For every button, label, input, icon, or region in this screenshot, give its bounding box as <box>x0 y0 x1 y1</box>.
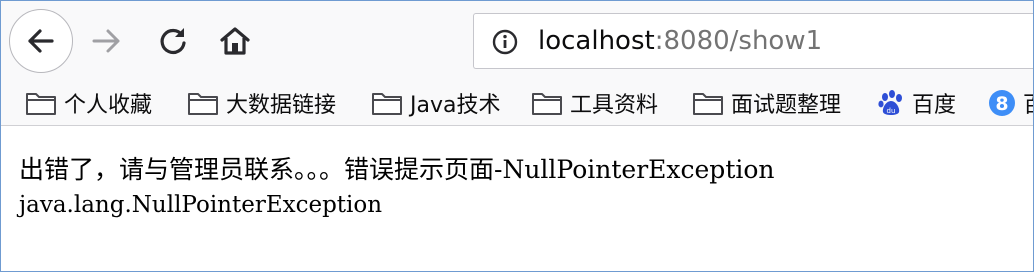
url-text[interactable]: localhost:8080/show1 <box>538 24 822 58</box>
page-content: 出错了，请与管理员联系。。。错误提示页面-NullPointerExceptio… <box>1 126 1033 271</box>
arrow-right-icon <box>92 29 120 53</box>
bookmark-label: 百 <box>1023 87 1033 119</box>
bookmark-label: Java技术 <box>410 93 501 118</box>
folder-icon <box>188 93 218 115</box>
bookmark-folder-personal[interactable]: 个人收藏 <box>25 89 153 118</box>
forward-button[interactable] <box>87 21 127 61</box>
svg-text:du: du <box>887 107 896 115</box>
reload-button[interactable] <box>153 21 193 61</box>
url-host: localhost <box>538 26 655 56</box>
error-message-title: 出错了，请与管理员联系。。。错误提示页面-NullPointerExceptio… <box>19 155 775 184</box>
home-icon <box>220 27 250 55</box>
home-button[interactable] <box>215 21 255 61</box>
url-port-path: :8080/show1 <box>654 26 823 56</box>
folder-icon <box>372 93 402 115</box>
bookmark-label: 工具资料 <box>570 93 659 118</box>
address-bar[interactable]: localhost:8080/show1 <box>473 13 1033 69</box>
browser-window: localhost:8080/show1 个人收藏 大数据链接 Java技术 工… <box>0 0 1034 272</box>
bookmark-item-8[interactable]: 8 百 <box>988 87 1033 119</box>
folder-icon <box>532 93 562 115</box>
bookmark-label: 百度 <box>912 93 957 118</box>
info-icon[interactable] <box>492 29 518 55</box>
baidu-paw-icon: du <box>878 90 902 115</box>
bookmark-label: 个人收藏 <box>64 93 153 118</box>
bookmark-baidu[interactable]: du 百度 <box>877 89 957 118</box>
bookmarks-toolbar: 个人收藏 大数据链接 Java技术 工具资料 面试题整理 du 百度 8 <box>1 81 1033 126</box>
arrow-left-icon <box>28 29 54 53</box>
bookmark-label: 大数据链接 <box>226 93 337 118</box>
navigation-toolbar: localhost:8080/show1 <box>1 1 1033 81</box>
bookmark-folder-java[interactable]: Java技术 <box>371 89 501 118</box>
reload-icon <box>160 28 186 55</box>
exception-name: java.lang.NullPointerException <box>19 192 383 218</box>
back-button[interactable] <box>9 9 73 73</box>
folder-icon <box>693 93 723 115</box>
folder-icon <box>26 93 56 115</box>
bookmark-label: 面试题整理 <box>731 93 842 118</box>
bookmark-folder-interview[interactable]: 面试题整理 <box>692 89 842 118</box>
svg-text:8: 8 <box>995 93 1008 115</box>
blue-8-circle-icon: 8 <box>989 90 1015 116</box>
bookmark-folder-tools[interactable]: 工具资料 <box>531 89 659 118</box>
bookmark-folder-bigdata[interactable]: 大数据链接 <box>187 89 337 118</box>
